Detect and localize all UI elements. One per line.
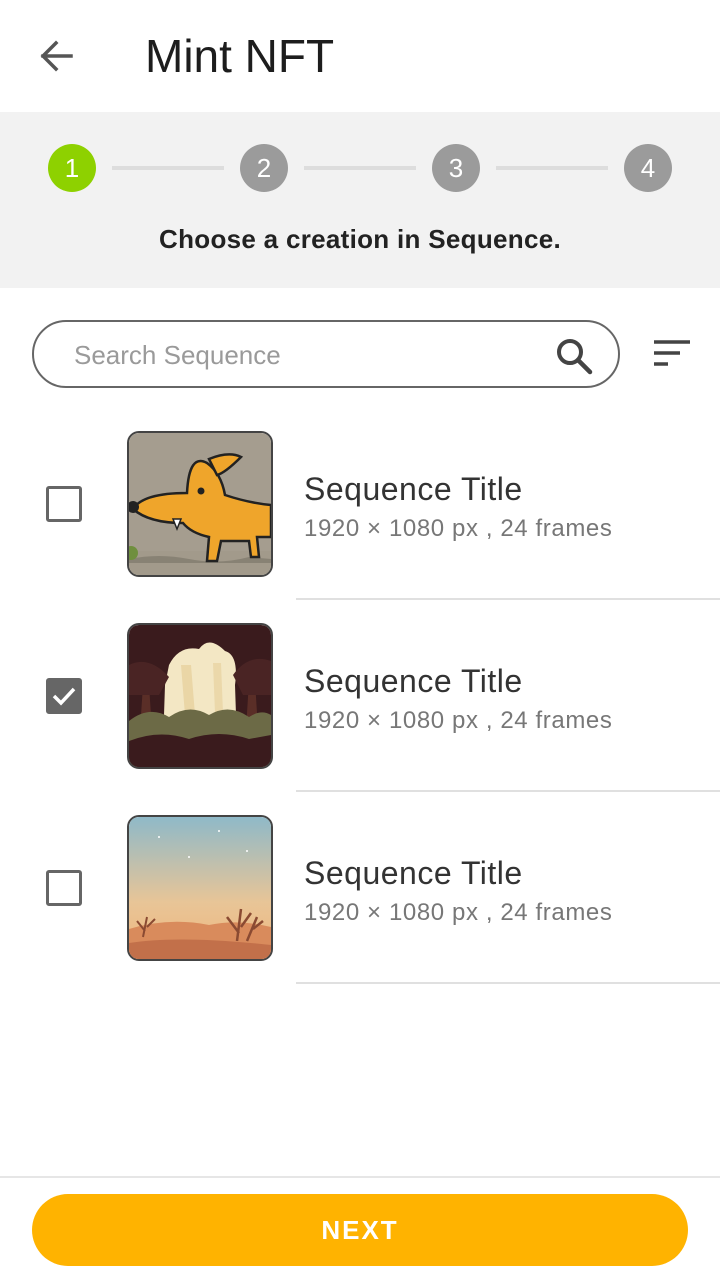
list-item[interactable]: Sequence Title 1920 × 1080 px , 24 frame… [0, 416, 720, 608]
search-icon[interactable] [554, 336, 594, 376]
step-connector [496, 166, 608, 170]
sequence-meta: 1920 × 1080 px , 24 frames [304, 899, 613, 926]
page-title: Mint NFT [145, 30, 335, 82]
footer-divider [0, 1176, 720, 1178]
step-connector [304, 166, 416, 170]
step-3: 3 [432, 144, 480, 192]
step-4: 4 [624, 144, 672, 192]
arrow-left-icon [40, 40, 73, 72]
desert-thumbnail [127, 815, 273, 961]
stepper: 1 2 3 4 Choose a creation in Sequence. [0, 112, 720, 288]
sequence-meta: 1920 × 1080 px , 24 frames [304, 707, 613, 734]
select-checkbox[interactable] [46, 870, 82, 906]
sequence-title: Sequence Title [304, 855, 523, 891]
checkmark-icon [52, 687, 76, 706]
divider [296, 790, 720, 792]
step-1: 1 [48, 144, 96, 192]
back-button[interactable] [28, 30, 84, 82]
cartoon-dog-thumbnail [127, 431, 273, 577]
select-checkbox[interactable] [46, 678, 82, 714]
divider [296, 982, 720, 984]
sequence-meta: 1920 × 1080 px , 24 frames [304, 515, 613, 542]
step-2: 2 [240, 144, 288, 192]
next-button[interactable]: NEXT [32, 1194, 688, 1266]
sequence-title: Sequence Title [304, 663, 523, 699]
step-connector [112, 166, 224, 170]
divider [296, 598, 720, 600]
select-checkbox[interactable] [46, 486, 82, 522]
app-bar: Mint NFT [0, 0, 720, 112]
search-bar [32, 320, 620, 388]
search-input[interactable] [72, 334, 546, 376]
list-item[interactable]: Sequence Title 1920 × 1080 px , 24 frame… [0, 800, 720, 992]
stepper-caption: Choose a creation in Sequence. [159, 224, 561, 254]
forest-thumbnail [127, 623, 273, 769]
list-item[interactable]: Sequence Title 1920 × 1080 px , 24 frame… [0, 608, 720, 800]
sequence-title: Sequence Title [304, 471, 523, 507]
sort-icon[interactable] [648, 334, 692, 374]
